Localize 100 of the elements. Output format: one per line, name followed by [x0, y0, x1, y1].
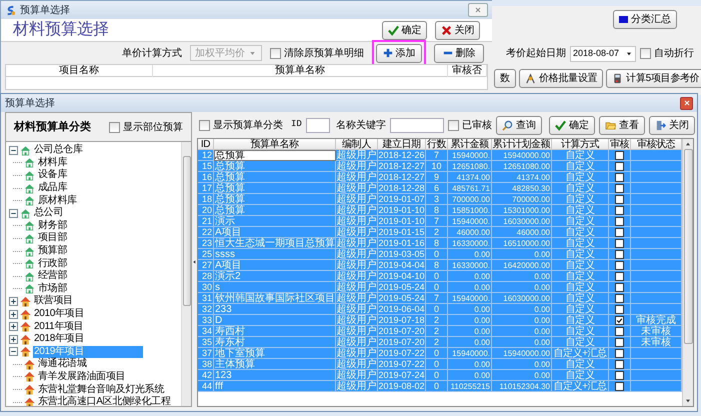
tree-item[interactable]: 成品库	[37, 182, 68, 194]
table-cell: 0	[426, 370, 448, 381]
add-button[interactable]: 添加	[376, 44, 422, 62]
tree-item[interactable]: 预算部	[37, 245, 68, 258]
table-cell: 32	[198, 304, 214, 315]
checkbox[interactable]	[615, 184, 624, 192]
search-button[interactable]: 查询	[496, 116, 542, 134]
expand-toggle[interactable]	[9, 208, 18, 218]
table-cell: 9	[426, 172, 448, 183]
exit-icon	[654, 120, 666, 130]
tree-item[interactable]: 东营北高速口A区北侧绿化工程	[37, 396, 172, 406]
checkbox[interactable]	[615, 194, 624, 204]
table-cell: 16030000.00	[492, 293, 552, 304]
close-button[interactable]: 关闭	[435, 20, 480, 40]
checkbox[interactable]	[615, 250, 624, 258]
calculate-price-button[interactable]: 计算5项目参考价	[606, 68, 701, 88]
checkbox[interactable]	[615, 206, 624, 214]
tree-item[interactable]: 财务部	[37, 220, 68, 232]
checkbox[interactable]	[615, 282, 624, 292]
close-button[interactable]: 关闭	[648, 116, 695, 134]
expand-toggle[interactable]	[9, 296, 18, 306]
checkbox[interactable]	[615, 382, 624, 390]
expand-toggle[interactable]	[9, 334, 18, 344]
tree-item[interactable]: 设备库	[37, 169, 68, 182]
delete-button[interactable]: 删除	[434, 44, 484, 62]
tree-item[interactable]: 项目部	[37, 232, 68, 244]
table-cell: 0.00	[448, 249, 492, 260]
expand-toggle[interactable]	[9, 322, 18, 332]
table-cell: 2	[426, 315, 448, 326]
show-parts-checkbox[interactable]: 显示部位预算	[109, 120, 183, 134]
table-cell: 0.00	[448, 282, 492, 293]
checkbox[interactable]	[615, 348, 624, 358]
tree-item[interactable]: 2010年项目	[33, 308, 86, 320]
checkbox[interactable]	[615, 172, 624, 182]
arrow-down-icon	[684, 397, 692, 405]
table-cell: 超级用户	[336, 315, 378, 326]
checkbox[interactable]	[615, 216, 624, 226]
tree-item[interactable]: 公司总仓库	[33, 144, 84, 156]
show-category-checkbox[interactable]: 显示预算单分类	[199, 118, 283, 132]
checkbox[interactable]	[615, 228, 624, 236]
scrollbar[interactable]	[181, 142, 191, 406]
checkbox[interactable]	[615, 238, 624, 248]
table-cell: 23	[198, 238, 214, 249]
tree-item[interactable]: 总公司	[33, 207, 64, 220]
scrollbar[interactable]	[682, 139, 693, 406]
date-field[interactable]: 2018-08-07	[570, 46, 636, 62]
column-header[interactable]: 预算单名称	[214, 139, 336, 150]
tree-item[interactable]: 青羊发展路油面项目	[37, 370, 126, 383]
tree-item[interactable]: 联营项目	[33, 295, 74, 308]
tree-item[interactable]: 原材料库	[37, 194, 78, 207]
keyword-field[interactable]	[390, 118, 444, 132]
table-cell: 0	[426, 348, 448, 359]
clear-detail-checkbox[interactable]: 清除原预算单明细	[270, 46, 364, 60]
checkbox[interactable]	[615, 316, 624, 324]
summary-button[interactable]: 分类汇总	[613, 10, 677, 28]
table-cell: 0.00	[492, 315, 552, 326]
checkbox[interactable]	[615, 272, 624, 280]
table-cell: 总预算	[214, 205, 336, 216]
table-cell: 0.00	[492, 282, 552, 293]
checkbox[interactable]	[615, 294, 624, 302]
column-header[interactable]: 行数	[426, 139, 448, 150]
confirm-button[interactable]: 确定	[382, 20, 427, 40]
confirm-button[interactable]: 确定	[548, 116, 595, 134]
checkbox[interactable]	[615, 360, 624, 368]
expand-toggle[interactable]	[9, 146, 18, 155]
table-cell: 0	[426, 282, 448, 293]
checkbox[interactable]	[615, 260, 624, 270]
tree-item[interactable]: 2011年项目	[33, 320, 84, 333]
auto-wrap-checkbox[interactable]: 自动折行	[640, 46, 694, 61]
table-cell: 123	[214, 370, 336, 381]
view-button[interactable]: 查看	[598, 116, 645, 134]
plus-icon	[10, 323, 17, 330]
column-header[interactable]: ID	[198, 139, 214, 150]
checkbox[interactable]	[615, 162, 624, 170]
checkbox[interactable]	[615, 326, 624, 336]
checkbox[interactable]	[615, 304, 624, 314]
reviewed-checkbox[interactable]: 已审核	[448, 118, 492, 132]
tree-item[interactable]: 市场部	[37, 282, 68, 295]
table-cell: 2019-08-02	[378, 381, 426, 392]
column-header[interactable]: 编制人	[336, 139, 378, 150]
tree-item[interactable]: 东营礼堂舞台音响及灯光系统	[37, 384, 166, 396]
close-button[interactable]	[680, 96, 693, 110]
tree-item[interactable]: 经营部	[37, 270, 68, 282]
tree-item[interactable]: 材料库	[37, 156, 68, 169]
table-cell: 7	[426, 293, 448, 304]
checkbox[interactable]	[615, 370, 624, 380]
table-cell: 2019-05-24	[378, 282, 426, 293]
id-field[interactable]	[306, 118, 330, 132]
tree-item[interactable]: 2018年项目	[33, 333, 86, 346]
expand-toggle[interactable]	[9, 310, 18, 319]
tree-item[interactable]: 海通花语城	[37, 358, 88, 370]
checkbox[interactable]	[615, 150, 624, 160]
cut-button[interactable]: 数	[494, 68, 516, 88]
checkbox[interactable]	[615, 338, 624, 346]
batch-price-button[interactable]: 价格批量设置	[519, 68, 604, 88]
table-cell: 2	[426, 337, 448, 348]
table-cell: 恒大生态城一期项目总预算	[214, 238, 336, 249]
expand-toggle[interactable]	[9, 347, 18, 356]
tree-item[interactable]: 行政部	[37, 258, 68, 270]
table-cell: 自定义	[552, 249, 609, 260]
